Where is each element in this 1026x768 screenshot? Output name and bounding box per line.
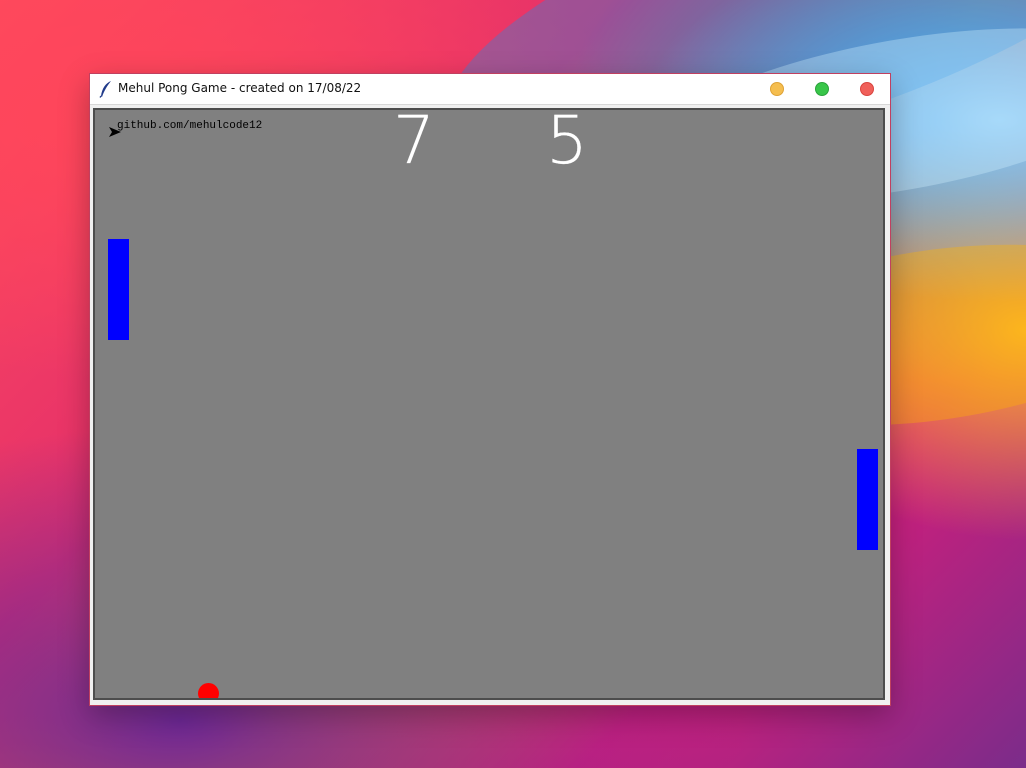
- right-score: 5: [546, 108, 588, 179]
- pong-window: Mehul Pong Game - created on 17/08/22 gi…: [89, 73, 891, 706]
- credit-text: github.com/mehulcode12: [117, 120, 263, 132]
- maximize-button[interactable]: [815, 82, 829, 96]
- ball: [198, 683, 219, 698]
- feather-icon: [99, 81, 111, 98]
- game-canvas[interactable]: github.com/mehulcode12 7 5: [93, 108, 885, 700]
- close-button[interactable]: [860, 82, 874, 96]
- minimize-button[interactable]: [770, 82, 784, 96]
- left-score: 7: [393, 108, 435, 179]
- right-paddle: [857, 449, 878, 550]
- window-titlebar[interactable]: Mehul Pong Game - created on 17/08/22: [90, 74, 890, 105]
- window-title: Mehul Pong Game - created on 17/08/22: [118, 81, 362, 95]
- left-paddle: [108, 239, 129, 340]
